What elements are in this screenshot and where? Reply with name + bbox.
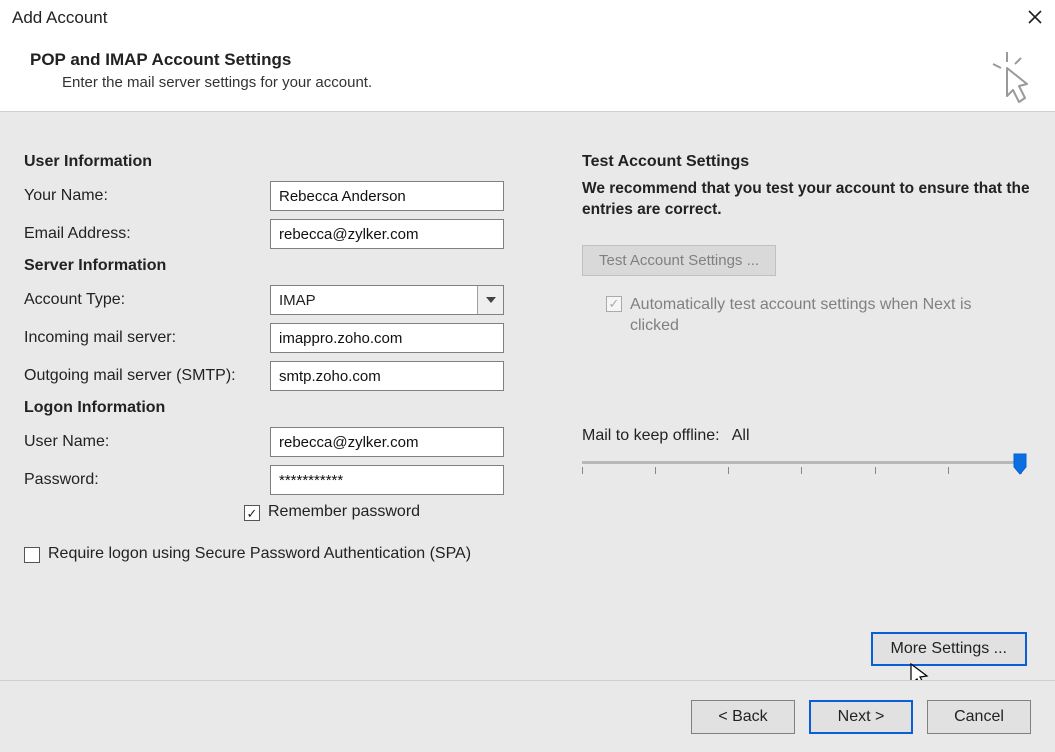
test-description: We recommend that you test your account … bbox=[582, 179, 1031, 221]
row-spa: Require logon using Secure Password Auth… bbox=[24, 545, 564, 563]
row-incoming: Incoming mail server: bbox=[24, 323, 564, 353]
row-auto-test: Automatically test account settings when… bbox=[606, 294, 1006, 337]
test-account-settings-button[interactable]: Test Account Settings ... bbox=[582, 245, 776, 276]
more-settings-button[interactable]: More Settings ... bbox=[871, 632, 1028, 666]
section-server-info: Server Information bbox=[24, 257, 564, 275]
label-your-name: Your Name: bbox=[24, 187, 270, 205]
next-button[interactable]: Next > bbox=[809, 700, 913, 734]
footer: < Back Next > Cancel bbox=[0, 680, 1055, 752]
cancel-button[interactable]: Cancel bbox=[927, 700, 1031, 734]
label-outgoing: Outgoing mail server (SMTP): bbox=[24, 367, 270, 385]
slider-ticks bbox=[582, 467, 1022, 477]
titlebar: Add Account bbox=[0, 0, 1055, 36]
input-username[interactable] bbox=[270, 427, 504, 457]
slider-mail-offline[interactable] bbox=[582, 455, 1022, 485]
header-subtitle: Enter the mail server settings for your … bbox=[30, 74, 1025, 91]
slider-track bbox=[582, 461, 1022, 464]
row-mail-offline: Mail to keep offline: All bbox=[582, 427, 1031, 485]
checkbox-remember-password[interactable] bbox=[244, 505, 260, 521]
row-password: Password: bbox=[24, 465, 564, 495]
label-remember-password: Remember password bbox=[268, 503, 420, 521]
section-logon-info: Logon Information bbox=[24, 399, 564, 417]
body-area: User Information Your Name: Email Addres… bbox=[0, 135, 1055, 680]
slider-thumb[interactable] bbox=[1013, 453, 1027, 475]
label-auto-test: Automatically test account settings when… bbox=[630, 294, 1006, 337]
chevron-down-icon bbox=[477, 286, 503, 314]
input-outgoing[interactable] bbox=[270, 361, 504, 391]
header-strip: POP and IMAP Account Settings Enter the … bbox=[0, 36, 1055, 112]
label-email: Email Address: bbox=[24, 225, 270, 243]
left-column: User Information Your Name: Email Addres… bbox=[24, 153, 564, 670]
select-account-type[interactable]: IMAP bbox=[270, 285, 504, 315]
section-test-settings: Test Account Settings bbox=[582, 153, 1031, 171]
input-email[interactable] bbox=[270, 219, 504, 249]
row-account-type: Account Type: IMAP bbox=[24, 285, 564, 315]
input-password[interactable] bbox=[270, 465, 504, 495]
row-remember-password: Remember password bbox=[244, 503, 564, 521]
checkbox-spa[interactable] bbox=[24, 547, 40, 563]
row-outgoing: Outgoing mail server (SMTP): bbox=[24, 361, 564, 391]
row-email: Email Address: bbox=[24, 219, 564, 249]
input-your-name[interactable] bbox=[270, 181, 504, 211]
section-user-info: User Information bbox=[24, 153, 564, 171]
label-username: User Name: bbox=[24, 433, 270, 451]
back-button[interactable]: < Back bbox=[691, 700, 795, 734]
label-account-type: Account Type: bbox=[24, 291, 270, 309]
select-account-type-value: IMAP bbox=[271, 292, 477, 309]
header-title: POP and IMAP Account Settings bbox=[30, 50, 1025, 70]
label-mail-offline: Mail to keep offline: bbox=[582, 427, 720, 445]
row-your-name: Your Name: bbox=[24, 181, 564, 211]
close-icon[interactable] bbox=[1027, 7, 1043, 29]
label-spa: Require logon using Secure Password Auth… bbox=[48, 545, 471, 563]
checkbox-auto-test[interactable] bbox=[606, 296, 622, 312]
label-incoming: Incoming mail server: bbox=[24, 329, 270, 347]
add-account-dialog: Add Account POP and IMAP Account Setting… bbox=[0, 0, 1055, 752]
row-username: User Name: bbox=[24, 427, 564, 457]
cursor-sparkle-icon bbox=[989, 50, 1037, 106]
right-column: Test Account Settings We recommend that … bbox=[564, 153, 1031, 670]
label-password: Password: bbox=[24, 471, 270, 489]
value-mail-offline: All bbox=[732, 427, 750, 445]
titlebar-title: Add Account bbox=[12, 8, 107, 28]
input-incoming[interactable] bbox=[270, 323, 504, 353]
